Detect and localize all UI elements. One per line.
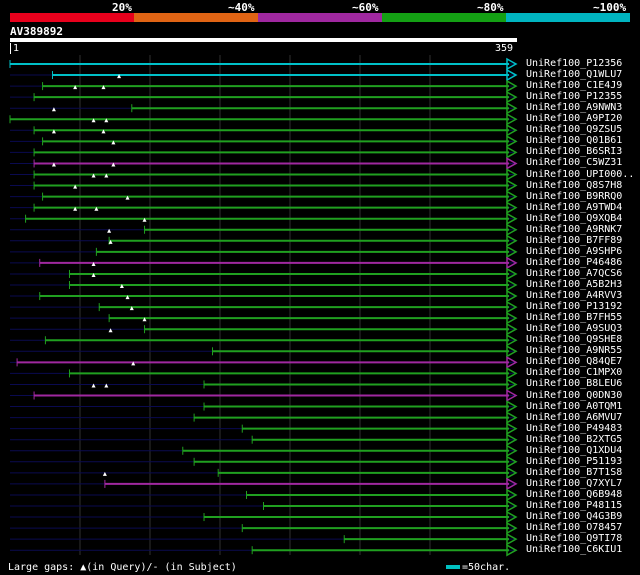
hit-label[interactable]: UniRef100_Q1WLU7 xyxy=(526,69,622,80)
hit-label[interactable]: UniRef100_A9SHP6 xyxy=(526,246,622,257)
hit-label[interactable]: UniRef100_Q4G3B9 xyxy=(526,511,622,522)
hit-label[interactable]: UniRef100_P12355 xyxy=(526,91,622,102)
hit-label[interactable]: UniRef100_Q9TI78 xyxy=(526,533,622,544)
gap-legend: Large gaps: ▲(in Query)/- (in Subject) xyxy=(8,562,237,573)
hit-label[interactable]: UniRef100_A9TWD4 xyxy=(526,202,622,213)
hit-label[interactable]: UniRef100_B7T1S8 xyxy=(526,467,622,478)
hit-label[interactable]: UniRef100_A9PI20 xyxy=(526,113,622,124)
hit-label[interactable]: UniRef100_A5B2H3 xyxy=(526,279,622,290)
hit-label[interactable]: UniRef100_P48115 xyxy=(526,500,622,511)
hit-label[interactable]: UniRef100_O78457 xyxy=(526,522,622,533)
hit-label[interactable]: UniRef100_P51193 xyxy=(526,456,622,467)
hit-label[interactable]: UniRef100_Q01B61 xyxy=(526,135,622,146)
hit-label[interactable]: UniRef100_UPI000.. xyxy=(526,169,634,180)
hit-label[interactable]: UniRef100_Q7XYL7 xyxy=(526,478,622,489)
hit-label[interactable]: UniRef100_A0TQM1 xyxy=(526,401,622,412)
hit-label[interactable]: UniRef100_Q6B948 xyxy=(526,489,622,500)
scale-bar xyxy=(446,565,460,569)
hit-label[interactable]: UniRef100_Q8S7H8 xyxy=(526,180,622,191)
hit-label[interactable]: UniRef100_A7QCS6 xyxy=(526,268,622,279)
hit-label[interactable]: UniRef100_B9RRQ0 xyxy=(526,191,622,202)
hit-label[interactable]: UniRef100_A9SUQ3 xyxy=(526,323,622,334)
hit-label[interactable]: UniRef100_P12356 xyxy=(526,58,622,69)
hit-label[interactable]: UniRef100_P13192 xyxy=(526,301,622,312)
hit-label[interactable]: UniRef100_B8LEU6 xyxy=(526,378,622,389)
hit-label[interactable]: UniRef100_A4RVV3 xyxy=(526,290,622,301)
hit-label[interactable]: UniRef100_C5WZ31 xyxy=(526,157,622,168)
hit-label[interactable]: UniRef100_Q0DN30 xyxy=(526,390,622,401)
hit-label[interactable]: UniRef100_A9NWN3 xyxy=(526,102,622,113)
hit-label[interactable]: UniRef100_Q1XDU4 xyxy=(526,445,622,456)
hit-label[interactable]: UniRef100_C6KIU1 xyxy=(526,544,622,555)
scale-label: =50char. xyxy=(462,562,511,573)
scale-legend: =50char. xyxy=(446,562,510,573)
hit-label[interactable]: UniRef100_B2XTG5 xyxy=(526,434,622,445)
hit-label[interactable]: UniRef100_P46486 xyxy=(526,257,622,268)
hit-label[interactable]: UniRef100_A9RNK7 xyxy=(526,224,622,235)
hit-label[interactable]: UniRef100_B7FF89 xyxy=(526,235,622,246)
hit-label[interactable]: UniRef100_P49483 xyxy=(526,423,622,434)
hit-label[interactable]: UniRef100_Q9ZSU5 xyxy=(526,124,622,135)
hit-label[interactable]: UniRef100_Q9SHE8 xyxy=(526,334,622,345)
hit-label[interactable]: UniRef100_C1E4J9 xyxy=(526,80,622,91)
hit-label[interactable]: UniRef100_A6MVU7 xyxy=(526,412,622,423)
hit-label[interactable]: UniRef100_Q9XQB4 xyxy=(526,213,622,224)
hit-label[interactable]: UniRef100_B7FH55 xyxy=(526,312,622,323)
hit-label[interactable]: UniRef100_Q84QE7 xyxy=(526,356,622,367)
hit-label[interactable]: UniRef100_A9NR55 xyxy=(526,345,622,356)
hit-label[interactable]: UniRef100_B6SRI3 xyxy=(526,146,622,157)
hit-label[interactable]: UniRef100_C1MPX0 xyxy=(526,367,622,378)
